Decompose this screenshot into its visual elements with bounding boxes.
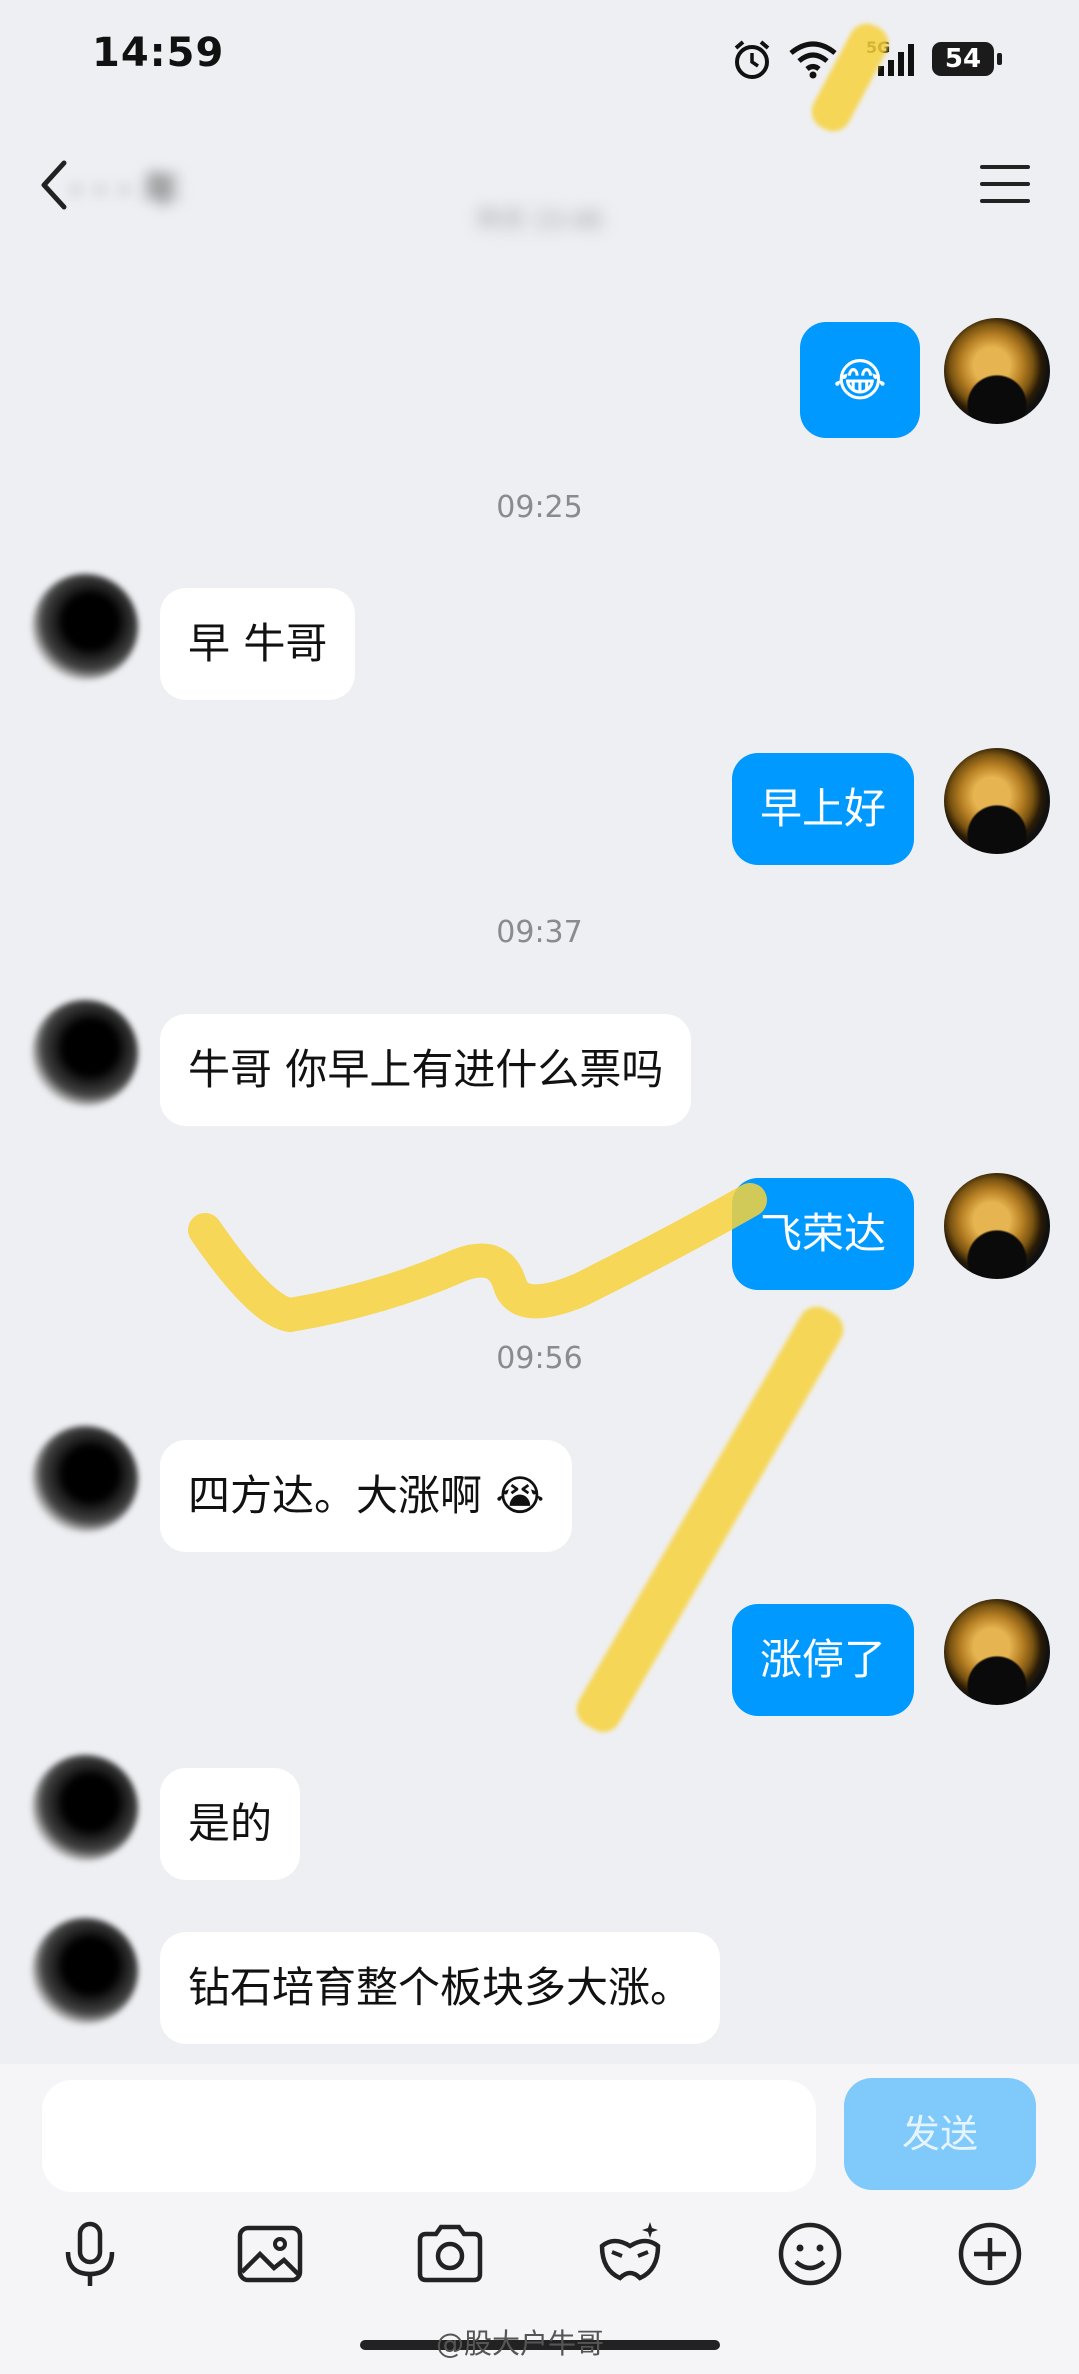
message-bubble-outgoing[interactable]: 涨停了 <box>732 1604 915 1716</box>
battery-indicator: 54 <box>932 42 1002 76</box>
my-avatar[interactable] <box>944 318 1050 424</box>
image-icon[interactable] <box>234 2218 306 2290</box>
chat-subtitle: 昨天 15:46 <box>477 206 603 234</box>
message-bubble-outgoing[interactable]: 早上好 <box>732 753 915 865</box>
highlighter-stroke <box>188 1183 767 1333</box>
contact-avatar[interactable] <box>32 1426 138 1532</box>
mic-icon[interactable] <box>54 2218 126 2290</box>
my-avatar[interactable] <box>944 1173 1050 1279</box>
contact-avatar[interactable] <box>32 1755 138 1861</box>
message-bubble-incoming[interactable]: 四方达。大涨啊 😭 <box>160 1440 573 1552</box>
message-input[interactable] <box>42 2080 816 2192</box>
contact-avatar[interactable] <box>32 1000 138 1106</box>
chat-title: · · · 年 <box>70 168 181 212</box>
contact-avatar[interactable] <box>32 574 138 680</box>
plus-icon[interactable] <box>954 2218 1026 2290</box>
status-time: 14:59 <box>92 30 225 76</box>
message-bubble-outgoing[interactable]: 😂 <box>800 322 920 438</box>
contact-avatar[interactable] <box>32 1918 138 2024</box>
menu-button[interactable] <box>980 165 1030 207</box>
timestamp: 09:25 <box>496 490 583 525</box>
message-bubble-incoming[interactable]: 早 牛哥 <box>160 588 356 700</box>
my-avatar[interactable] <box>944 1599 1050 1705</box>
message-bubble-incoming[interactable]: 钻石培育整个板块多大涨。 <box>160 1932 721 2044</box>
timestamp: 09:37 <box>496 915 583 950</box>
message-bubble-incoming[interactable]: 牛哥 你早上有进什么票吗 <box>160 1014 692 1126</box>
camera-icon[interactable] <box>414 2218 486 2290</box>
my-avatar[interactable] <box>944 748 1050 854</box>
watermark: @股大户牛哥 <box>436 2327 605 2360</box>
emoji-icon[interactable] <box>774 2218 846 2290</box>
mask-icon[interactable] <box>594 2218 666 2290</box>
message-bubble-incoming[interactable]: 是的 <box>160 1768 301 1880</box>
send-button[interactable]: 发送 <box>844 2078 1036 2190</box>
alarm-icon <box>734 40 770 79</box>
